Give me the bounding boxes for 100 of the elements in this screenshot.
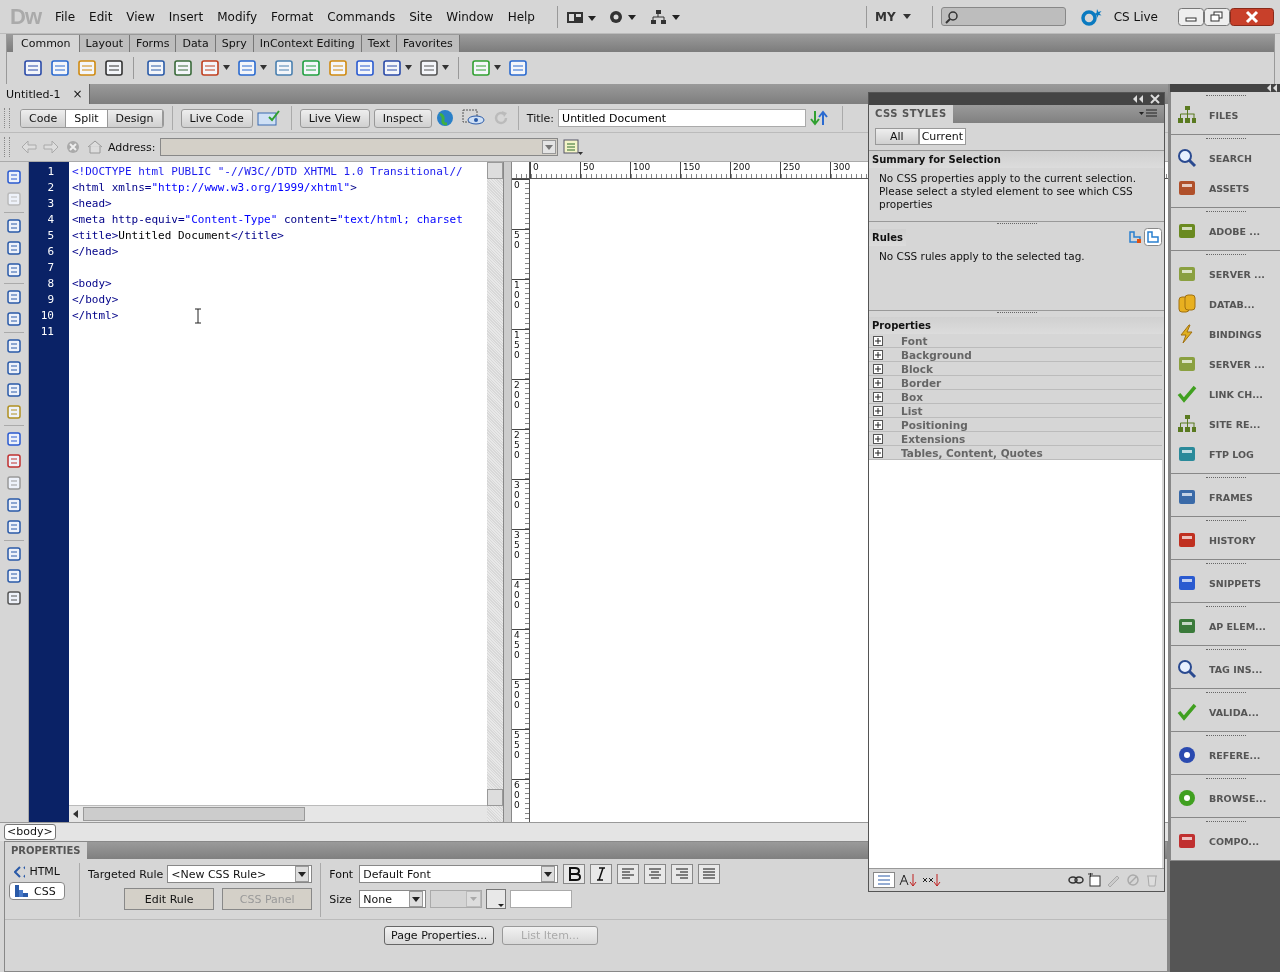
- ruler-label: 600: [514, 781, 520, 811]
- ruler-label: 450: [514, 631, 520, 661]
- menu-item[interactable]: Modify: [217, 9, 257, 24]
- ruler-label: 100: [514, 281, 520, 311]
- ruler-label: 250: [780, 162, 830, 178]
- ruler-label: 250: [514, 431, 520, 461]
- property-category[interactable]: Background: [869, 348, 1162, 362]
- panel-button[interactable]: SNIPPETS: [1171, 568, 1280, 598]
- code-line: <!DOCTYPE html PUBLIC "-//W3C//DTD XHTML 1.0 Transitional//: [72, 164, 463, 180]
- panel-button[interactable]: HISTORY: [1171, 525, 1280, 555]
- code-line: </body>: [72, 292, 119, 308]
- summary-text: No CSS properties apply to the current selection. Please select a styled element to see which CSS properties: [878, 171, 1137, 212]
- insert-tab[interactable]: Common: [13, 35, 80, 52]
- page-button[interactable]: Page Properties...: [384, 926, 495, 945]
- ruler-label: 200: [730, 162, 780, 178]
- menu-item[interactable]: Window: [446, 9, 494, 24]
- menu-item[interactable]: Commands: [327, 9, 396, 24]
- panel-button[interactable]: SEARCH: [1171, 143, 1280, 173]
- insert-tab[interactable]: Favorites: [397, 35, 460, 52]
- property-category[interactable]: Extensions: [869, 432, 1162, 446]
- line-number: 9: [46, 292, 55, 308]
- view-button[interactable]: Design: [107, 109, 163, 127]
- code-line: </head>: [72, 244, 119, 260]
- panel-button[interactable]: DATAB...: [1171, 289, 1280, 319]
- panel-button[interactable]: COMPO...: [1171, 826, 1280, 856]
- mode-tab[interactable]: Current: [918, 128, 966, 145]
- ruler-label: 500: [514, 681, 520, 711]
- code-line: <meta http-equiv="Content-Type" content="text/html; charset: [72, 212, 463, 228]
- targeted-rule-dropdown[interactable]: <New CSS Rule>: [167, 865, 313, 883]
- panel-button[interactable]: AP ELEM...: [1171, 611, 1280, 641]
- inspect-button[interactable]: Inspect: [373, 108, 432, 128]
- panel-button[interactable]: BROWSE...: [1171, 783, 1280, 813]
- size-dropdown[interactable]: None: [359, 890, 427, 908]
- view-button[interactable]: Code: [21, 109, 67, 127]
- mode-tab[interactable]: All: [875, 128, 919, 145]
- panel-button[interactable]: TAG INS...: [1171, 654, 1280, 684]
- view-button[interactable]: Split: [66, 109, 108, 127]
- title-label: Title:: [526, 111, 555, 125]
- ruler-label: 50: [514, 231, 520, 251]
- panel-button[interactable]: ASSETS: [1171, 173, 1280, 203]
- live-code-button[interactable]: Live Code: [180, 108, 253, 128]
- property-category[interactable]: Block: [869, 362, 1162, 376]
- rule-button[interactable]: Edit Rule: [124, 888, 215, 910]
- panel-button[interactable]: ADOBE ...: [1171, 216, 1280, 246]
- line-number: 7: [46, 260, 55, 276]
- property-category[interactable]: Border: [869, 376, 1162, 390]
- menu-item[interactable]: File: [55, 9, 76, 24]
- line-number: 3: [46, 196, 55, 212]
- code-line: <title>Untitled Document</title>: [72, 228, 284, 244]
- panel-button[interactable]: FRAMES: [1171, 482, 1280, 512]
- insert-tab[interactable]: Spry: [215, 35, 254, 52]
- insert-tab[interactable]: Forms: [129, 35, 177, 52]
- cs-live-label[interactable]: CS Live: [1113, 9, 1158, 24]
- property-category[interactable]: Font: [869, 334, 1162, 348]
- panel-button[interactable]: SERVER ...: [1171, 259, 1280, 289]
- panel-button[interactable]: LINK CH...: [1171, 379, 1280, 409]
- property-category[interactable]: Positioning: [869, 418, 1162, 432]
- panel-button[interactable]: SITE RE...: [1171, 409, 1280, 439]
- code-line: <body>: [72, 276, 112, 292]
- panel-button[interactable]: SERVER ...: [1171, 349, 1280, 379]
- panel-button[interactable]: REFERE...: [1171, 740, 1280, 770]
- workspace-switcher[interactable]: MY: [875, 9, 896, 24]
- title-field[interactable]: Untitled Document: [558, 109, 807, 127]
- section-title: Properties: [869, 317, 1164, 334]
- ruler-label: 150: [680, 162, 730, 178]
- property-category[interactable]: Box: [869, 390, 1162, 404]
- menu-item[interactable]: Insert: [168, 9, 204, 24]
- insert-tab[interactable]: Text: [361, 35, 398, 52]
- property-category[interactable]: List: [869, 404, 1162, 418]
- line-number: 4: [46, 212, 55, 228]
- menu-item[interactable]: Help: [507, 9, 535, 24]
- panel-button[interactable]: FTP LOG: [1171, 439, 1280, 469]
- properties-tab[interactable]: PROPERTIES: [5, 842, 87, 859]
- insert-tab[interactable]: Data: [176, 35, 216, 52]
- close-tab-button[interactable]: ×: [72, 87, 83, 101]
- ruler-label: 150: [514, 331, 520, 361]
- menu-item[interactable]: View: [126, 9, 155, 24]
- menu-item[interactable]: Edit: [89, 9, 113, 24]
- insert-tab[interactable]: InContext Editing: [253, 35, 362, 52]
- section-title: Rules: [869, 228, 906, 246]
- mode-button[interactable]: CSS: [9, 882, 65, 900]
- ruler-label: 350: [514, 531, 520, 561]
- code-line: <head>: [72, 196, 112, 212]
- live-view-button[interactable]: Live View: [299, 108, 370, 128]
- insert-tab[interactable]: Layout: [79, 35, 130, 52]
- ruler-label: 0: [514, 181, 520, 191]
- document-tab[interactable]: Untitled-1 ×: [0, 84, 90, 104]
- panel-button[interactable]: VALIDA...: [1171, 697, 1280, 727]
- panel-button[interactable]: BINDINGS: [1171, 319, 1280, 349]
- section-title: Summary for Selection: [869, 151, 1164, 168]
- menu-item[interactable]: Format: [271, 9, 314, 24]
- line-number: 11: [39, 324, 55, 340]
- panel-button[interactable]: FILES: [1171, 100, 1280, 130]
- menu-item[interactable]: Site: [409, 9, 433, 24]
- tag-selector[interactable]: <body>: [4, 824, 56, 840]
- panel-tab[interactable]: CSS STYLES: [869, 105, 953, 123]
- code-line: <html xmlns="http://www.w3.org/1999/xhtml">: [72, 180, 357, 196]
- mode-button[interactable]: HTML: [9, 863, 65, 880]
- font-dropdown[interactable]: Default Font: [359, 865, 559, 883]
- ruler-label: 100: [630, 162, 680, 178]
